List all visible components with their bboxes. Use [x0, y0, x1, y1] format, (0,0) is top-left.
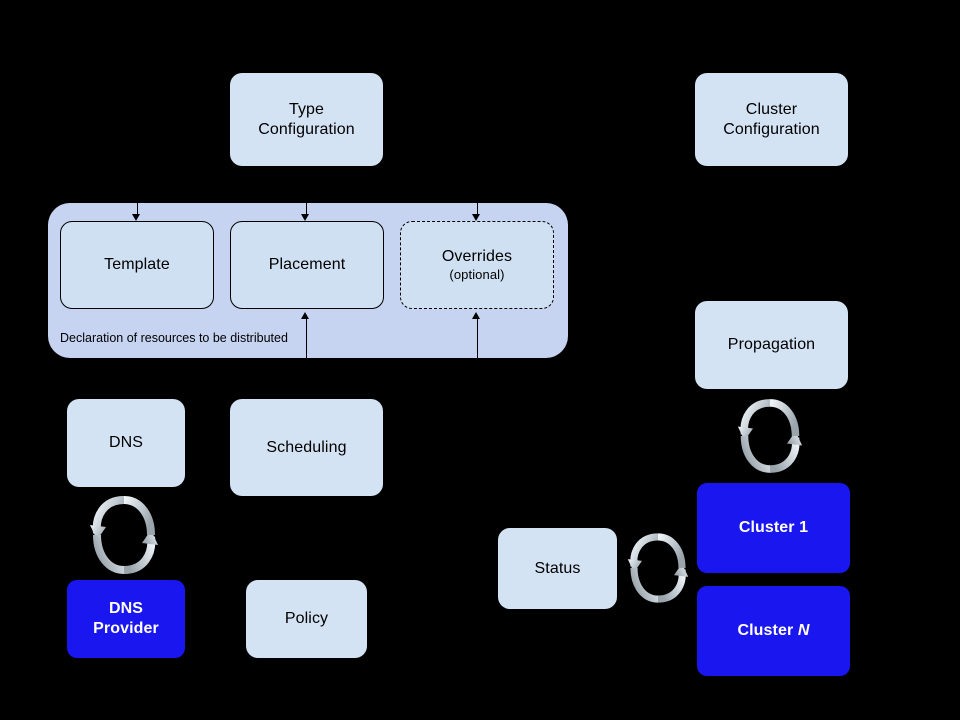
node-type-configuration-line1: Type: [288, 100, 325, 118]
node-cluster-n[interactable]: Cluster N: [697, 586, 850, 676]
node-cluster-configuration-line1: Cluster: [745, 100, 798, 118]
node-placement[interactable]: Placement: [230, 221, 384, 309]
arrow-down-icon-overrides: [472, 214, 480, 221]
node-scheduling[interactable]: Scheduling: [230, 399, 383, 496]
node-cluster-configuration[interactable]: Cluster Configuration: [695, 73, 848, 166]
resource-declaration-caption: Declaration of resources to be distribut…: [60, 331, 288, 345]
node-dns-provider[interactable]: DNS Provider: [67, 580, 185, 658]
node-overrides[interactable]: Overrides (optional): [400, 221, 554, 309]
node-placement-label: Placement: [268, 256, 346, 274]
node-dns[interactable]: DNS: [67, 399, 185, 487]
node-template-label: Template: [104, 256, 170, 274]
sync-arrows-icon-propagation: [736, 396, 804, 476]
sync-arrows-icon-status: [626, 528, 690, 608]
connector-type-to-template: [137, 196, 138, 216]
sync-arrows-icon-dns: [88, 495, 160, 575]
node-cluster-configuration-line2: Configuration: [723, 120, 820, 138]
node-status[interactable]: Status: [498, 528, 617, 609]
node-scheduling-label: Scheduling: [266, 438, 347, 456]
node-dns-provider-line2: Provider: [93, 620, 159, 637]
connector-policy-to-overrides: [477, 318, 478, 378]
node-policy-label: Policy: [284, 610, 329, 628]
node-overrides-label: Overrides: [441, 248, 513, 266]
node-type-configuration[interactable]: Type Configuration: [230, 73, 383, 166]
connector-type-to-placement: [306, 196, 307, 216]
arrow-down-icon-placement: [301, 214, 309, 221]
connector-scheduling-to-placement: [306, 318, 307, 378]
node-cluster-1[interactable]: Cluster 1: [697, 483, 850, 573]
node-type-configuration-line2: Configuration: [258, 120, 355, 138]
node-propagation-label: Propagation: [727, 336, 816, 354]
node-cluster-n-prefix: Cluster: [737, 622, 798, 640]
node-cluster-n-label: Cluster N: [737, 621, 809, 641]
connector-type-to-overrides: [477, 196, 478, 216]
diagram-canvas: Type Configuration Cluster Configuration…: [0, 0, 960, 720]
node-template[interactable]: Template: [60, 221, 214, 309]
node-status-label: Status: [534, 559, 581, 577]
arrow-up-icon-overrides: [472, 312, 480, 319]
node-cluster-n-suffix: N: [797, 622, 810, 640]
node-dns-label: DNS: [108, 434, 144, 452]
node-overrides-sublabel: (optional): [449, 266, 505, 282]
arrow-down-icon-template: [132, 214, 140, 221]
node-policy[interactable]: Policy: [246, 580, 367, 658]
arrow-up-icon-placement: [301, 312, 309, 319]
node-cluster-1-label: Cluster 1: [738, 519, 809, 537]
node-propagation[interactable]: Propagation: [695, 301, 848, 389]
node-dns-provider-line1: DNS: [108, 600, 144, 618]
